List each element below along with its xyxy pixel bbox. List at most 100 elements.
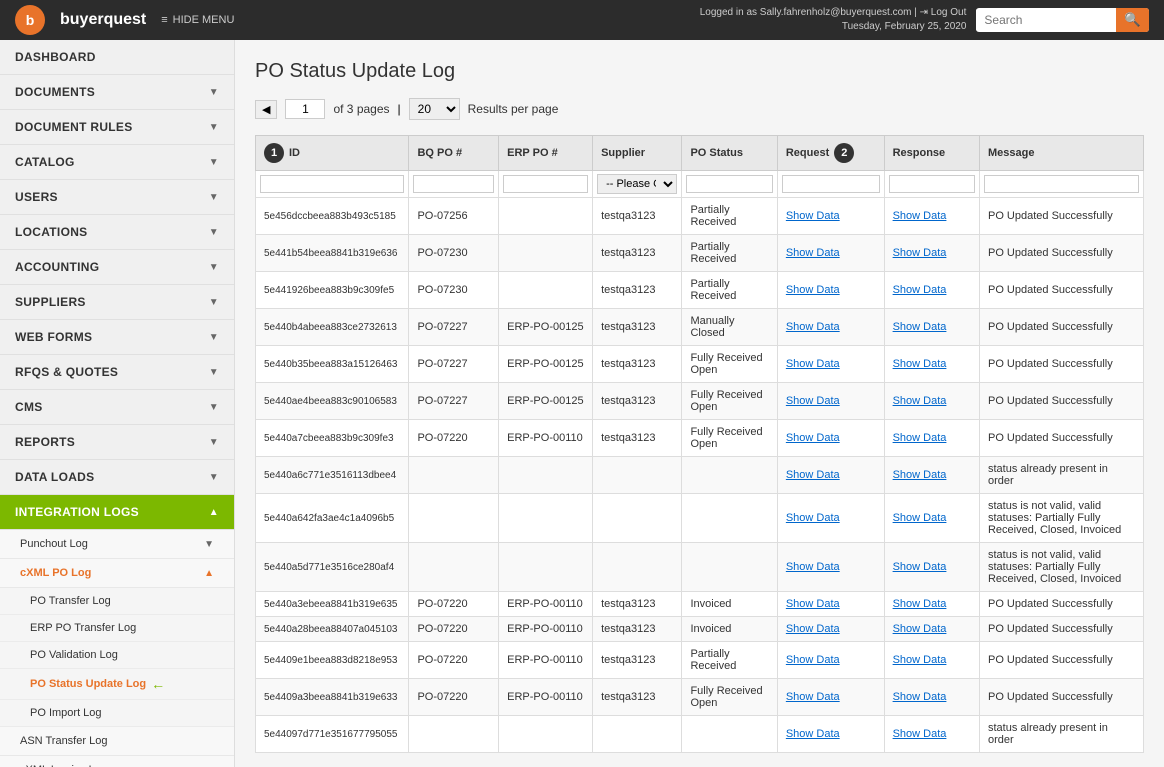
app-body: DASHBOARD DOCUMENTS ▼ DOCUMENT RULES ▼ C… [0, 40, 1164, 767]
sidebar-item-dashboard[interactable]: DASHBOARD [0, 40, 234, 75]
cell-response: Show Data [884, 309, 979, 346]
sidebar-item-reports[interactable]: REPORTS ▼ [0, 425, 234, 460]
show-response-link[interactable]: Show Data [893, 728, 947, 740]
search-button[interactable]: 🔍 [1116, 8, 1149, 32]
chevron-down-icon: ▼ [209, 192, 219, 203]
submenu-item-punchout-log[interactable]: Punchout Log ▼ [0, 530, 234, 559]
show-request-link[interactable]: Show Data [786, 728, 840, 740]
show-response-link[interactable]: Show Data [893, 654, 947, 666]
filter-erp-po-input[interactable] [503, 175, 588, 193]
hide-menu-button[interactable]: ≡ HIDE MENU [161, 14, 234, 26]
show-request-link[interactable]: Show Data [786, 598, 840, 610]
filter-bq-po-input[interactable] [413, 175, 494, 193]
prev-page-button[interactable]: ◀ [255, 100, 277, 119]
show-request-link[interactable]: Show Data [786, 623, 840, 635]
show-response-link[interactable]: Show Data [893, 358, 947, 370]
cell-erp-po: ERP-PO-00125 [499, 309, 593, 346]
show-response-link[interactable]: Show Data [893, 432, 947, 444]
show-response-link[interactable]: Show Data [893, 284, 947, 296]
show-response-link[interactable]: Show Data [893, 561, 947, 573]
cell-erp-po [499, 235, 593, 272]
cell-message: status already present in order [979, 457, 1143, 494]
cell-po-status [682, 543, 777, 592]
show-request-link[interactable]: Show Data [786, 432, 840, 444]
cell-id: 5e440a642fa3ae4c1a4096b5 [256, 494, 409, 543]
col-header-bq-po: BQ PO # [409, 136, 499, 171]
table-body: 5e456dccbeea883b493c5185 PO-07256 testqa… [256, 198, 1144, 753]
sidebar-item-label: RFQS & QUOTES [15, 365, 118, 379]
sidebar-item-catalog[interactable]: CATALOG ▼ [0, 145, 234, 180]
show-request-link[interactable]: Show Data [786, 654, 840, 666]
show-request-link[interactable]: Show Data [786, 321, 840, 333]
chevron-down-icon: ▼ [209, 157, 219, 168]
show-request-link[interactable]: Show Data [786, 284, 840, 296]
main-content: PO Status Update Log ◀ of 3 pages | 10 2… [235, 40, 1164, 767]
submenu-item-po-transfer-log[interactable]: PO Transfer Log [0, 588, 234, 615]
submenu-item-po-validation-log[interactable]: PO Validation Log [0, 642, 234, 669]
cell-supplier: testqa3123 [593, 617, 682, 642]
show-response-link[interactable]: Show Data [893, 247, 947, 259]
show-request-link[interactable]: Show Data [786, 358, 840, 370]
menu-icon: ≡ [161, 14, 167, 26]
submenu-item-asn-transfer-log[interactable]: ASN Transfer Log [0, 727, 234, 756]
cell-po-status: Fully Received Open [682, 679, 777, 716]
cell-po-status: Partially Received [682, 272, 777, 309]
cell-po-status: Partially Received [682, 198, 777, 235]
sidebar-item-users[interactable]: USERS ▼ [0, 180, 234, 215]
cell-id: 5e4409e1beea883d8218e953 [256, 642, 409, 679]
show-response-link[interactable]: Show Data [893, 210, 947, 222]
show-request-link[interactable]: Show Data [786, 561, 840, 573]
show-request-link[interactable]: Show Data [786, 395, 840, 407]
cell-supplier [593, 716, 682, 753]
sidebar-item-suppliers[interactable]: SUPPLIERS ▼ [0, 285, 234, 320]
sidebar-item-web-forms[interactable]: WEB FORMS ▼ [0, 320, 234, 355]
col-id-label: ID [289, 147, 300, 159]
submenu-item-erp-po-transfer-log[interactable]: ERP PO Transfer Log [0, 615, 234, 642]
cell-id: 5e440a5d771e3516ce280af4 [256, 543, 409, 592]
search-input[interactable] [976, 9, 1116, 31]
cell-message: PO Updated Successfully [979, 346, 1143, 383]
results-per-page-select[interactable]: 10 20 50 100 [409, 98, 460, 120]
sidebar-item-documents[interactable]: DOCUMENTS ▼ [0, 75, 234, 110]
cell-request: Show Data [777, 494, 884, 543]
logo-icon: b [15, 5, 45, 35]
filter-response-input[interactable] [889, 175, 975, 193]
submenu-item-cxml-invoice-log[interactable]: cXML Invoice Log ▼ [0, 756, 234, 767]
sidebar-item-locations[interactable]: LOCATIONS ▼ [0, 215, 234, 250]
show-request-link[interactable]: Show Data [786, 512, 840, 524]
filter-po-status-input[interactable] [686, 175, 772, 193]
cell-erp-po [499, 198, 593, 235]
sidebar-item-rfqs-quotes[interactable]: RFQS & QUOTES ▼ [0, 355, 234, 390]
chevron-down-icon: ▼ [209, 402, 219, 413]
show-request-link[interactable]: Show Data [786, 247, 840, 259]
cell-bq-po: PO-07220 [409, 592, 499, 617]
filter-supplier-select[interactable]: -- Please Choose -- [597, 174, 677, 194]
filter-request-input[interactable] [782, 175, 880, 193]
show-request-link[interactable]: Show Data [786, 469, 840, 481]
submenu-item-po-import-log[interactable]: PO Import Log [0, 700, 234, 727]
show-response-link[interactable]: Show Data [893, 598, 947, 610]
show-response-link[interactable]: Show Data [893, 623, 947, 635]
page-number-input[interactable] [285, 99, 325, 119]
table-row: 5e440a28beea88407a045103 PO-07220 ERP-PO… [256, 617, 1144, 642]
cell-response: Show Data [884, 642, 979, 679]
sidebar-item-integration-logs[interactable]: INTEGRATION LOGS ▲ [0, 495, 234, 530]
show-response-link[interactable]: Show Data [893, 395, 947, 407]
show-response-link[interactable]: Show Data [893, 469, 947, 481]
filter-id-input[interactable] [260, 175, 404, 193]
cell-bq-po: PO-07227 [409, 383, 499, 420]
sidebar-item-cms[interactable]: CMS ▼ [0, 390, 234, 425]
sidebar-item-data-loads[interactable]: DATA LOADS ▼ [0, 460, 234, 495]
show-request-link[interactable]: Show Data [786, 691, 840, 703]
submenu-item-cxml-po-log[interactable]: cXML PO Log ▲ [0, 559, 234, 588]
sidebar-item-accounting[interactable]: ACCOUNTING ▼ [0, 250, 234, 285]
sidebar-item-document-rules[interactable]: DOCUMENT RULES ▼ [0, 110, 234, 145]
submenu-item-po-status-update-log[interactable]: PO Status Update Log ← [0, 669, 234, 700]
show-request-link[interactable]: Show Data [786, 210, 840, 222]
show-response-link[interactable]: Show Data [893, 691, 947, 703]
filter-message-input[interactable] [984, 175, 1139, 193]
show-response-link[interactable]: Show Data [893, 512, 947, 524]
show-response-link[interactable]: Show Data [893, 321, 947, 333]
cell-bq-po [409, 457, 499, 494]
cell-request: Show Data [777, 642, 884, 679]
